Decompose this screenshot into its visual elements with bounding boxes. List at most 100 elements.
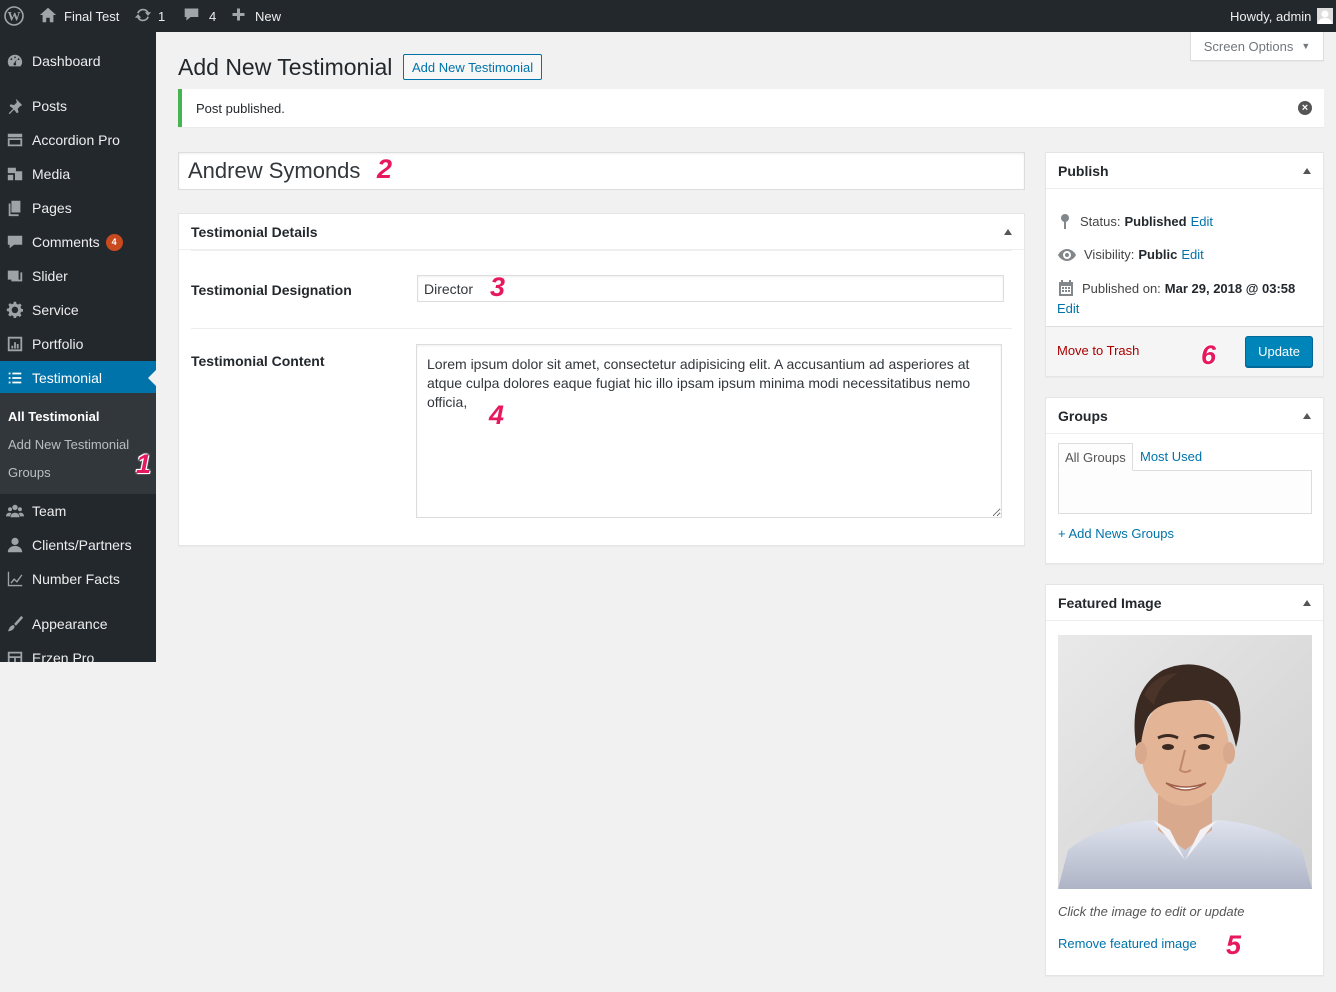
dashboard-icon <box>5 51 25 71</box>
testimonial-details-header[interactable]: Testimonial Details <box>179 214 1024 250</box>
annotation-marker-1: 1 <box>136 449 152 479</box>
menu-label: Service <box>32 302 79 318</box>
calendar-icon <box>1059 280 1073 296</box>
menu-label: Team <box>32 503 67 519</box>
tab-most-used[interactable]: Most Used <box>1140 449 1202 464</box>
publish-box: Publish Status: Published Edit Visibilit… <box>1045 152 1324 377</box>
account-link[interactable]: Howdy, admin <box>1230 0 1334 32</box>
tab-all-groups[interactable]: All Groups <box>1058 443 1133 471</box>
visibility-label: Visibility: <box>1084 247 1135 262</box>
annotation-marker-3: 3 <box>490 272 506 302</box>
edit-visibility-link[interactable]: Edit <box>1181 247 1203 262</box>
menu-clients-partners[interactable]: Clients/Partners <box>0 528 156 562</box>
screen-options-button[interactable]: Screen Options ▼ <box>1190 32 1324 61</box>
menu-number-facts[interactable]: Number Facts <box>0 562 156 596</box>
team-icon <box>5 501 25 521</box>
featured-image[interactable] <box>1058 635 1312 889</box>
post-title-input[interactable] <box>178 152 1025 190</box>
testimonial-submenu: All Testimonial Add New Testimonial Grou… <box>0 393 156 494</box>
menu-label: Comments <box>32 234 100 250</box>
visibility-value: Public <box>1138 247 1178 262</box>
divider <box>191 250 1012 251</box>
new-label: New <box>255 8 282 24</box>
gear-icon <box>5 300 25 320</box>
edit-status-link[interactable]: Edit <box>1191 214 1213 229</box>
comment-bubble-icon <box>183 6 200 26</box>
collapse-arrow-icon[interactable] <box>1303 600 1311 606</box>
edit-date-link[interactable]: Edit <box>1057 301 1079 316</box>
menu-accordion-pro[interactable]: Accordion Pro <box>0 123 156 157</box>
menu-comments[interactable]: Comments 4 <box>0 225 156 259</box>
comments-icon <box>5 232 25 252</box>
menu-label: Clients/Partners <box>32 537 132 553</box>
home-icon <box>39 6 57 27</box>
featured-image-header[interactable]: Featured Image <box>1046 585 1323 621</box>
submenu-groups[interactable]: Groups <box>8 465 51 480</box>
pin-icon <box>1061 214 1069 229</box>
collapse-arrow-icon[interactable] <box>1303 168 1311 174</box>
pages-icon <box>5 198 25 218</box>
status-row: Status: Published Edit <box>1058 213 1213 229</box>
menu-dashboard[interactable]: Dashboard <box>0 44 156 78</box>
move-to-trash-link[interactable]: Move to Trash <box>1057 343 1139 358</box>
content-label: Testimonial Content <box>191 353 325 369</box>
admin-sidebar: Dashboard Posts Accordion Pro Media Page… <box>0 32 156 662</box>
annotation-marker-6: 6 <box>1201 340 1217 370</box>
comments-count: 4 <box>209 8 217 24</box>
collapse-arrow-icon[interactable] <box>1303 413 1311 419</box>
dismiss-icon[interactable]: × <box>1298 101 1312 115</box>
annotation-marker-4: 4 <box>489 400 505 430</box>
eye-icon <box>1058 248 1076 261</box>
update-button[interactable]: Update <box>1245 336 1313 367</box>
updates-link[interactable]: 1 <box>134 0 165 32</box>
menu-media[interactable]: Media <box>0 157 156 191</box>
slider-icon <box>5 266 25 286</box>
collapse-arrow-icon[interactable] <box>1004 229 1012 235</box>
remove-featured-image-link[interactable]: Remove featured image <box>1058 936 1197 951</box>
add-news-groups-link[interactable]: + Add News Groups <box>1058 526 1174 541</box>
visibility-row: Visibility: Public Edit <box>1058 247 1204 262</box>
menu-slider[interactable]: Slider <box>0 259 156 293</box>
menu-label: Dashboard <box>32 53 101 69</box>
submenu-all-testimonial[interactable]: All Testimonial <box>8 409 100 424</box>
comments-count-badge: 4 <box>105 233 123 251</box>
admin-bar: W Final Test 1 4 New Howdy, admin <box>0 0 1336 32</box>
updates-count: 1 <box>158 8 166 24</box>
menu-posts[interactable]: Posts <box>0 89 156 123</box>
layout-icon <box>5 648 25 662</box>
add-new-testimonial-button[interactable]: Add New Testimonial <box>403 54 543 80</box>
refresh-icon <box>134 6 152 27</box>
content-textarea[interactable]: Lorem ipsum dolor sit amet, consectetur … <box>416 344 1002 518</box>
menu-appearance[interactable]: Appearance <box>0 607 156 641</box>
submenu-add-new-testimonial[interactable]: Add New Testimonial <box>8 437 129 452</box>
menu-team[interactable]: Team <box>0 494 156 528</box>
page-title: Add New Testimonial <box>178 54 393 80</box>
pin-icon <box>5 96 25 116</box>
designation-label: Testimonial Designation <box>191 282 352 298</box>
menu-label: Erzen Pro <box>32 650 95 662</box>
menu-pages[interactable]: Pages <box>0 191 156 225</box>
list-icon <box>5 368 25 388</box>
published-on-row: Published on: Mar 29, 2018 @ 03:58 <box>1058 280 1295 296</box>
new-content-link[interactable]: New <box>231 0 281 32</box>
designation-input[interactable] <box>417 275 1004 302</box>
menu-service[interactable]: Service <box>0 293 156 327</box>
success-notice: Post published. × <box>178 89 1324 127</box>
chart-line-icon <box>5 569 25 589</box>
menu-erzen-pro[interactable]: Erzen Pro <box>0 641 156 662</box>
menu-label: Accordion Pro <box>32 132 120 148</box>
comments-link[interactable]: 4 <box>183 0 216 32</box>
groups-header[interactable]: Groups <box>1046 398 1323 434</box>
menu-testimonial[interactable]: Testimonial <box>0 361 156 395</box>
site-name: Final Test <box>64 8 120 24</box>
publish-header[interactable]: Publish <box>1046 153 1323 189</box>
wordpress-logo-icon[interactable]: W <box>4 0 24 32</box>
site-name-link[interactable]: Final Test <box>39 0 119 32</box>
groups-checklist <box>1058 470 1312 514</box>
menu-label: Slider <box>32 268 68 284</box>
brush-icon <box>5 614 25 634</box>
media-icon <box>5 164 25 184</box>
box-title: Testimonial Details <box>191 223 318 240</box>
menu-portfolio[interactable]: Portfolio <box>0 327 156 361</box>
howdy-text: Howdy, admin <box>1230 8 1312 24</box>
